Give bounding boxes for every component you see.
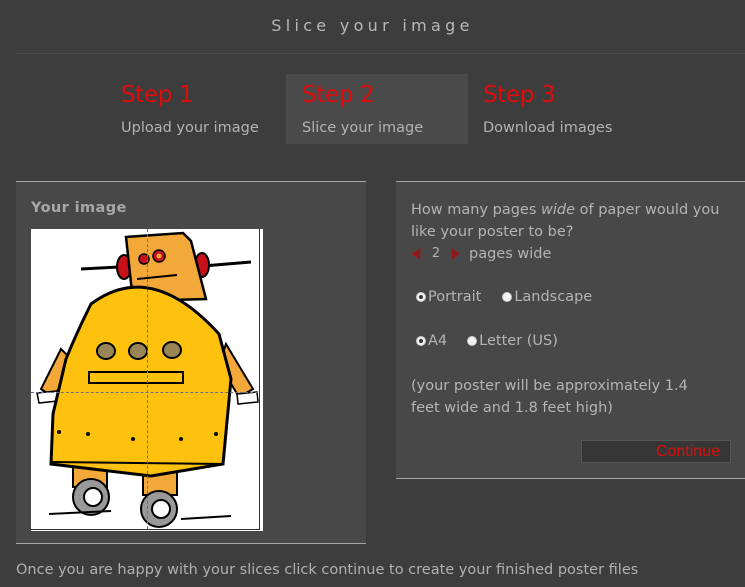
- pages-wide-label: pages wide: [469, 246, 552, 262]
- step-number: Step 3: [483, 82, 556, 108]
- step-number: Step 2: [302, 82, 375, 108]
- footer-instructions: Once you are happy with your slices clic…: [16, 562, 639, 578]
- landscape-label: Landscape: [514, 289, 593, 305]
- continue-button[interactable]: Continue: [581, 440, 731, 463]
- image-panel-title: Your image: [31, 200, 127, 216]
- letter-radio[interactable]: [467, 336, 478, 346]
- image-border: [31, 229, 260, 530]
- increase-pages-button[interactable]: [451, 248, 461, 260]
- size-estimate: (your poster will be approximately 1.4 f…: [411, 378, 688, 416]
- pages-question: How many pages wide of paper would you l…: [411, 199, 731, 243]
- step-description: Upload your image: [121, 120, 259, 136]
- title-divider: [16, 53, 745, 54]
- paper-letter[interactable]: Letter (US): [467, 333, 558, 349]
- letter-label: Letter (US): [479, 333, 558, 349]
- paper-a4[interactable]: A4: [416, 333, 447, 349]
- step-2: Step 2 Slice your image: [286, 74, 468, 144]
- orientation-options: Portrait Landscape: [416, 287, 592, 307]
- step-number: Step 1: [121, 82, 194, 108]
- page-title: Slice your image: [271, 16, 474, 35]
- a4-label: A4: [428, 333, 448, 349]
- robot-image: [31, 229, 263, 531]
- right-arrow-icon: [451, 248, 461, 260]
- pages-wide-stepper: 2 pages wide: [411, 243, 551, 265]
- step-description: Slice your image: [302, 120, 424, 136]
- a4-radio[interactable]: [416, 336, 426, 346]
- options-panel: How many pages wide of paper would you l…: [396, 181, 745, 479]
- step-1: Step 1 Upload your image: [105, 74, 265, 144]
- left-arrow-icon: [411, 248, 421, 260]
- decrease-pages-button[interactable]: [411, 248, 421, 260]
- paper-size-options: A4 Letter (US): [416, 331, 558, 351]
- step-description: Download images: [483, 120, 613, 136]
- pages-wide-value: 2: [431, 246, 441, 261]
- landscape-radio[interactable]: [502, 292, 513, 302]
- image-panel: Your image: [16, 181, 366, 544]
- question-emphasis: wide: [541, 202, 576, 218]
- step-3: Step 3 Download images: [467, 74, 649, 144]
- orientation-landscape[interactable]: Landscape: [502, 289, 592, 305]
- portrait-radio[interactable]: [416, 292, 426, 302]
- orientation-portrait[interactable]: Portrait: [416, 289, 481, 305]
- portrait-label: Portrait: [428, 289, 482, 305]
- question-text: How many pages: [411, 202, 542, 218]
